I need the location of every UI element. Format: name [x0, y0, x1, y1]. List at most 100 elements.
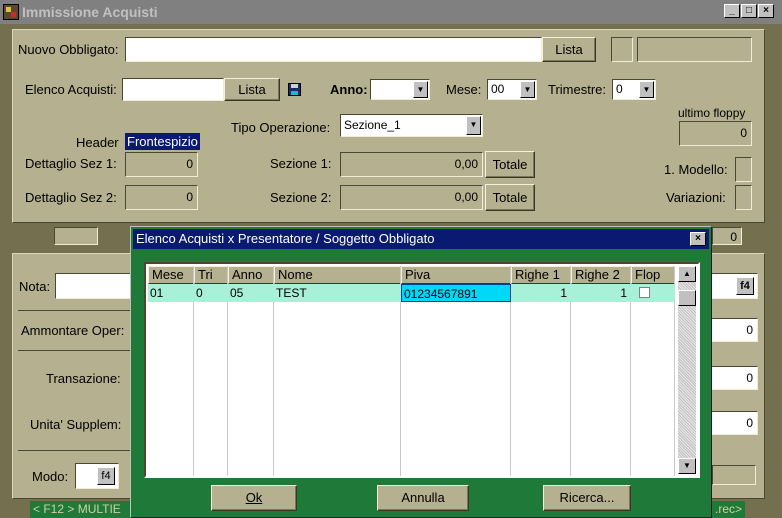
status-right: .rec> [712, 501, 745, 518]
col-header-righe2[interactable]: Righe 2 [571, 266, 631, 284]
cell-flop [631, 284, 675, 302]
transazione-input[interactable]: 0 [708, 366, 758, 390]
variazioni-field [735, 185, 752, 210]
tipo-operazione-label: Tipo Operazione: [231, 120, 331, 135]
ultimo-floppy-label: ultimo floppy [678, 106, 746, 120]
modello-field [735, 157, 752, 182]
save-icon[interactable] [288, 83, 301, 96]
elenco-acquisti-dialog: Elenco Acquisti x Presentatore / Soggett… [130, 226, 712, 518]
dialog-close-button[interactable]: × [690, 232, 706, 246]
elenco-acquisti-input[interactable] [122, 78, 224, 101]
annulla-label: Annulla [401, 490, 445, 505]
cell-anno: 05 [230, 286, 244, 300]
nota-label: Nota: [19, 279, 51, 294]
cell-mese: 01 [150, 286, 164, 300]
ok-button[interactable]: Ok [211, 485, 297, 511]
lista-acquisti-button[interactable]: Lista [224, 78, 280, 101]
sezione2-label: Sezione 2: [270, 190, 332, 205]
modo-f4-button[interactable]: f4 [97, 467, 115, 485]
col-header-anno[interactable]: Anno [228, 266, 274, 284]
ammontare-label: Ammontare Oper: [21, 323, 125, 338]
header-label: Header [76, 135, 119, 150]
close-button[interactable]: × [758, 4, 774, 18]
obbligato-name-field [637, 37, 752, 62]
modello-label: 1. Modello: [664, 162, 728, 177]
ok-label: Ok [245, 490, 263, 505]
window-title-bar[interactable]: Immissione Acquisti _ □ × [0, 0, 782, 24]
modo-label: Modo: [32, 469, 69, 484]
dialog-title-bar[interactable]: Elenco Acquisti x Presentatore / Soggett… [133, 229, 709, 249]
app-icon [3, 4, 19, 20]
dettaglio-sez2-label: Dettaglio Sez 2: [25, 190, 117, 205]
nuovo-obbligato-input[interactable] [125, 37, 542, 62]
totale2-button[interactable]: Totale [485, 184, 535, 211]
divider [18, 450, 133, 451]
scroll-down-arrow-icon[interactable]: ▼ [678, 458, 696, 474]
nota-f4-button[interactable]: f4 [736, 277, 754, 295]
ultimo-floppy-field: 0 [679, 121, 752, 146]
nuovo-obbligato-label: Nuovo Obbligato: [18, 42, 119, 57]
status-left: < F12 > MULTIE [30, 501, 132, 518]
window-title: Immissione Acquisti [22, 4, 158, 20]
anno-select[interactable]: ▼ [370, 79, 430, 100]
cell-righe1: 1 [560, 286, 567, 300]
scroll-up-arrow-icon[interactable]: ▲ [678, 266, 696, 282]
nota-input-right[interactable]: f4 [708, 273, 758, 299]
obbligato-code-field [611, 37, 633, 62]
dettaglio-sez1-field: 0 [125, 152, 198, 177]
variazioni-label: Variazioni: [666, 190, 726, 205]
anno-label: Anno: [330, 82, 368, 97]
cell-piva[interactable]: 01234567891 [401, 284, 511, 302]
chevron-down-icon[interactable]: ▼ [520, 81, 535, 98]
strip-field-right: 0 [712, 227, 742, 245]
cell-tri: 0 [196, 286, 203, 300]
modo-input[interactable]: f4 [75, 463, 119, 489]
strip-field-left [54, 227, 98, 245]
sezione1-field: 0,00 [340, 152, 483, 177]
mese-value: 00 [491, 82, 505, 96]
mese-label: Mese: [446, 82, 482, 97]
totale1-button[interactable]: Totale [485, 151, 535, 178]
trimestre-value: 0 [616, 82, 623, 96]
dialog-title: Elenco Acquisti x Presentatore / Soggett… [136, 231, 435, 246]
modo-right-field [712, 465, 756, 485]
table-row[interactable]: 01 0 05 TEST 01234567891 1 1 [148, 284, 675, 302]
ricerca-label: Ricerca... [559, 490, 615, 505]
acquisti-grid[interactable]: Mese Tri Anno Nome Piva Righe 1 Righe 2 … [144, 262, 700, 478]
col-header-flop[interactable]: Flop [631, 266, 675, 284]
dettaglio-sez2-field: 0 [125, 185, 198, 210]
cell-righe2: 1 [620, 286, 627, 300]
col-header-nome[interactable]: Nome [274, 266, 401, 284]
maximize-button[interactable]: □ [741, 4, 757, 18]
col-header-piva[interactable]: Piva [401, 266, 511, 284]
trimestre-label: Trimestre: [548, 82, 607, 97]
lista-obbligato-button[interactable]: Lista [542, 37, 596, 62]
minimize-button[interactable]: _ [724, 4, 740, 18]
chevron-down-icon[interactable]: ▼ [466, 116, 481, 135]
grid-vertical-scrollbar[interactable]: ▲ ▼ [678, 266, 696, 474]
col-header-tri[interactable]: Tri [194, 266, 228, 284]
chevron-down-icon[interactable]: ▼ [413, 81, 428, 98]
header-frontespizio-item[interactable]: Frontespizio [125, 133, 200, 150]
unita-label: Unita' Supplem: [30, 417, 122, 432]
chevron-down-icon[interactable]: ▼ [639, 81, 654, 98]
ammontare-input[interactable]: 0 [708, 318, 758, 342]
sezione1-label: Sezione 1: [270, 156, 332, 171]
col-header-mese[interactable]: Mese [148, 266, 194, 284]
mese-select[interactable]: 00 ▼ [487, 79, 537, 100]
divider [18, 310, 133, 311]
tipo-operazione-select[interactable]: Sezione_1 ▼ [340, 114, 483, 137]
flop-checkbox[interactable] [639, 287, 650, 298]
dettaglio-sez1-label: Dettaglio Sez 1: [25, 156, 117, 171]
trimestre-select[interactable]: 0 ▼ [612, 79, 656, 100]
annulla-button[interactable]: Annulla [377, 485, 469, 511]
divider [18, 350, 133, 351]
elenco-acquisti-label: Elenco Acquisti: [25, 82, 117, 97]
unita-input[interactable]: 0 [708, 411, 758, 435]
tipo-operazione-value: Sezione_1 [344, 118, 401, 132]
col-header-righe1[interactable]: Righe 1 [511, 266, 571, 284]
nota-input[interactable] [55, 273, 135, 299]
scroll-thumb[interactable] [678, 290, 696, 306]
ricerca-button[interactable]: Ricerca... [543, 485, 631, 511]
cell-nome: TEST [276, 286, 307, 300]
